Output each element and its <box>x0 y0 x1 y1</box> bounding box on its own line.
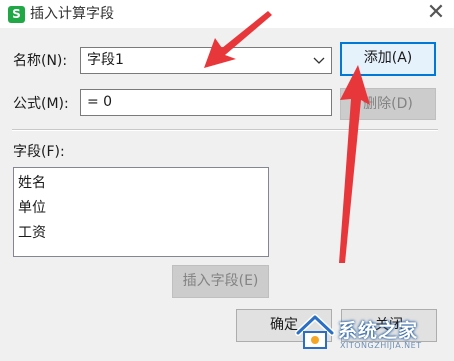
watermark: 系统之家 XITONGZHIJIA.NET <box>292 309 448 355</box>
watermark-url: XITONGZHIJIA.NET <box>340 341 422 350</box>
app-icon: S <box>8 6 25 23</box>
separator <box>12 129 438 131</box>
list-item[interactable]: 姓名 <box>18 174 46 192</box>
name-combobox[interactable]: 字段1 <box>80 47 332 74</box>
fields-listbox[interactable]: 姓名 单位 工资 <box>13 167 269 257</box>
name-label: 名称(N): <box>13 53 68 69</box>
dialog-title: 插入计算字段 <box>30 6 114 22</box>
list-item[interactable]: 工资 <box>18 224 46 242</box>
close-icon[interactable]: ✕ <box>418 0 454 28</box>
insert-field-button[interactable]: 插入字段(E) <box>172 265 269 298</box>
formula-input[interactable]: = 0 <box>80 89 332 116</box>
watermark-text: 系统之家 <box>338 320 419 342</box>
house-logo-icon <box>295 314 335 349</box>
name-value: 字段1 <box>87 52 124 68</box>
delete-button[interactable]: 删除(D) <box>340 88 436 120</box>
list-item[interactable]: 单位 <box>18 199 46 217</box>
title-bar: S 插入计算字段 ✕ <box>0 0 454 28</box>
fields-label: 字段(F): <box>13 144 65 160</box>
formula-label: 公式(M): <box>13 96 69 112</box>
add-button[interactable]: 添加(A) <box>340 42 436 76</box>
chevron-down-icon[interactable] <box>312 51 326 69</box>
formula-value: = 0 <box>87 94 113 110</box>
